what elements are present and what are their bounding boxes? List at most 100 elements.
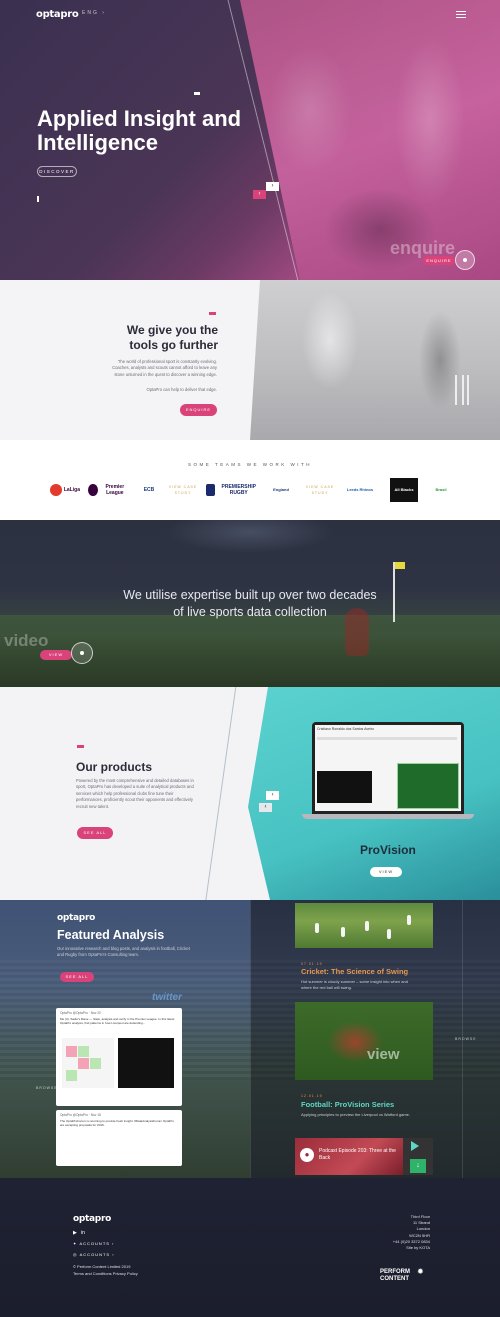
team-logo-premier-league[interactable]: Premier League bbox=[88, 478, 130, 502]
hero-football-photo bbox=[240, 0, 500, 280]
twitter-icon: ✦ bbox=[73, 1241, 78, 1246]
cricket-photo bbox=[250, 280, 500, 440]
browse-right-label[interactable]: BROWSE bbox=[455, 1037, 477, 1041]
products-next-arrow-icon[interactable]: › bbox=[266, 791, 279, 800]
hero-next-arrow-icon[interactable]: › bbox=[266, 182, 279, 191]
football-view-watermark: view bbox=[367, 1046, 400, 1063]
tools-accent-dash bbox=[209, 312, 216, 315]
provision-screen: Cristiano Ronaldo dos Santos Aveiro bbox=[315, 725, 461, 811]
footer-address: Third Floor 11 Strand London WC2N 5HR +4… bbox=[392, 1214, 430, 1251]
products-divider-line bbox=[203, 687, 237, 900]
article-1-title[interactable]: Cricket: The Science of Swing bbox=[301, 967, 408, 976]
tweet-2-text: The OptaProForum is returning to provide… bbox=[60, 1119, 175, 1127]
products-prev-arrow-icon[interactable]: ‹ bbox=[259, 803, 272, 812]
featured-see-all-button[interactable]: SEE ALL bbox=[60, 972, 94, 982]
football-article-image[interactable]: view bbox=[295, 1002, 433, 1080]
discover-button[interactable]: DISCOVER bbox=[37, 166, 77, 177]
podcast-controls: ↓ bbox=[403, 1138, 433, 1175]
team-logo-leeds-rhinos[interactable]: Leeds Rhinos bbox=[344, 478, 376, 502]
tweet-card-1[interactable]: OptaPro @OptaPro · Nov 20 Mo (3), Sadio'… bbox=[56, 1008, 182, 1106]
products-description: Powered by the most comprehensive and de… bbox=[76, 778, 194, 809]
provision-pitch-map bbox=[397, 763, 459, 809]
twitter-accounts-label: ACCOUNTS bbox=[79, 1241, 110, 1246]
provision-screen-title: Cristiano Ronaldo dos Santos Aveiro bbox=[317, 727, 374, 731]
tweet-1-text: Mo (3), Sadio's Mane — Stats, analysis a… bbox=[60, 1017, 175, 1025]
instagram-icon: ◎ bbox=[73, 1252, 78, 1257]
featured-section: optapro Featured Analysis Our innovative… bbox=[0, 900, 500, 1178]
podcast-title: Podcast Episode 203: Three at the Back bbox=[319, 1148, 396, 1161]
featured-optapro-logo: optapro bbox=[57, 913, 95, 923]
team-logo-all-blacks[interactable]: All Blacks bbox=[390, 478, 418, 502]
optapro-logo[interactable]: optapro bbox=[36, 9, 79, 20]
corner-flag bbox=[393, 562, 405, 622]
download-icon[interactable]: ↓ bbox=[410, 1159, 426, 1173]
team-logo-premiership-rugby[interactable]: PREMIERSHIP RUGBY bbox=[206, 478, 260, 502]
products-accent-dash bbox=[77, 745, 84, 748]
article-1-date: 07.01.19 bbox=[301, 962, 323, 966]
laliga-icon bbox=[50, 484, 62, 496]
provision-screen-toolbar bbox=[317, 737, 457, 740]
cricket-article-image[interactable] bbox=[295, 903, 433, 948]
video-watermark: video bbox=[4, 631, 49, 650]
youtube-icon[interactable]: ▶ bbox=[73, 1230, 77, 1236]
laptop-mockup: Cristiano Ronaldo dos Santos Aveiro bbox=[312, 722, 464, 814]
laptop-base bbox=[302, 814, 474, 819]
tweet-card-2[interactable]: OptaPro @OptaPro · Nov 18 The OptaProFor… bbox=[56, 1110, 182, 1166]
instagram-accounts-dropdown[interactable]: ◎ ACCOUNTS › bbox=[73, 1252, 115, 1257]
team-logo-england[interactable]: England bbox=[268, 478, 294, 502]
products-see-all-button[interactable]: SEE ALL bbox=[77, 827, 113, 839]
tweet-2-author: OptaPro @OptaPro · Nov 18 bbox=[60, 1113, 101, 1117]
team-logo-laliga[interactable]: LaLiga bbox=[50, 478, 80, 502]
view-case-study-link-1[interactable]: VIEW CASE STUDY bbox=[165, 478, 201, 502]
hero-enquire-button[interactable]: ENQUIRE bbox=[423, 256, 455, 265]
tools-section: We give you the tools go further The wor… bbox=[0, 280, 500, 440]
hero-title: Applied Insight and Intelligence bbox=[37, 106, 242, 155]
tools-enquire-button[interactable]: ENQUIRE bbox=[180, 404, 217, 416]
provision-view-button[interactable]: VIEW bbox=[370, 867, 402, 877]
article-2-date: 12.01.19 bbox=[301, 1094, 323, 1098]
article-2-description: Applying principles to preview the Liver… bbox=[301, 1112, 411, 1117]
video-play-circle-icon[interactable] bbox=[71, 642, 93, 664]
footer-copyright: © Perform Content Limited 2019 bbox=[73, 1264, 131, 1269]
video-section: We utilise expertise built up over two d… bbox=[0, 520, 500, 687]
premier-league-lion-icon bbox=[88, 484, 98, 496]
team-logo-brasil[interactable]: Brasil bbox=[428, 478, 454, 502]
hero-prev-arrow-icon[interactable]: ‹ bbox=[253, 190, 266, 199]
provision-title: ProVision bbox=[360, 843, 416, 857]
language-selector[interactable]: ENG › bbox=[82, 10, 106, 16]
linkedin-icon[interactable]: in bbox=[81, 1230, 85, 1236]
view-case-study-link-2[interactable]: VIEW CASE STUDY bbox=[302, 478, 338, 502]
twitter-accounts-dropdown[interactable]: ✦ ACCOUNTS › bbox=[73, 1241, 114, 1246]
cricket-stumps bbox=[455, 375, 469, 405]
teams-section: SOME TEAMS WE WORK WITH LaLiga Premier L… bbox=[0, 440, 500, 520]
tools-paragraph-1: The world of professional sport is const… bbox=[112, 359, 217, 377]
hero-section: optapro ENG › Applied Insight and Intell… bbox=[0, 0, 500, 280]
hero-accent-dash bbox=[194, 92, 200, 95]
twitter-watermark: twitter bbox=[152, 992, 182, 1003]
footer-social-icons: ▶ in bbox=[73, 1230, 85, 1236]
tweet-1-author: OptaPro @OptaPro · Nov 20 bbox=[60, 1011, 101, 1015]
footer-legal-links[interactable]: Terms and Conditions Privacy Policy bbox=[73, 1271, 138, 1276]
podcast-icon: ● bbox=[300, 1148, 314, 1162]
hamburger-menu-icon[interactable] bbox=[456, 11, 466, 18]
footer-optapro-logo[interactable]: optapro bbox=[73, 1214, 111, 1224]
featured-description: Our innovative research and blog posts, … bbox=[57, 946, 190, 957]
podcast-card[interactable]: ● Podcast Episode 203: Three at the Back… bbox=[295, 1138, 433, 1175]
browse-left-label[interactable]: BROWSE bbox=[36, 1086, 58, 1090]
tweet-1-heatmap-image bbox=[62, 1038, 114, 1088]
teams-heading: SOME TEAMS WE WORK WITH bbox=[188, 462, 312, 467]
perform-sun-icon: ✹ bbox=[417, 1267, 424, 1276]
featured-divider-line bbox=[250, 900, 251, 1178]
instagram-accounts-label: ACCOUNTS bbox=[79, 1252, 111, 1257]
tweet-1-pitch-image bbox=[118, 1038, 174, 1088]
hero-scroll-indicator bbox=[37, 196, 39, 202]
footer: optapro ▶ in ✦ ACCOUNTS › ◎ ACCOUNTS › ©… bbox=[0, 1178, 500, 1317]
provision-goal-view bbox=[317, 771, 372, 803]
article-1-description: Hot summer is cloudy summer – some insig… bbox=[301, 979, 408, 990]
premiership-rugby-icon bbox=[206, 484, 216, 496]
article-2-title[interactable]: Football: ProVision Series bbox=[301, 1100, 394, 1109]
team-logo-ecb[interactable]: ECB bbox=[140, 478, 158, 502]
play-icon[interactable] bbox=[411, 1141, 419, 1151]
video-view-button[interactable]: VIEW bbox=[40, 650, 72, 660]
enquire-circle-icon[interactable] bbox=[455, 250, 475, 270]
